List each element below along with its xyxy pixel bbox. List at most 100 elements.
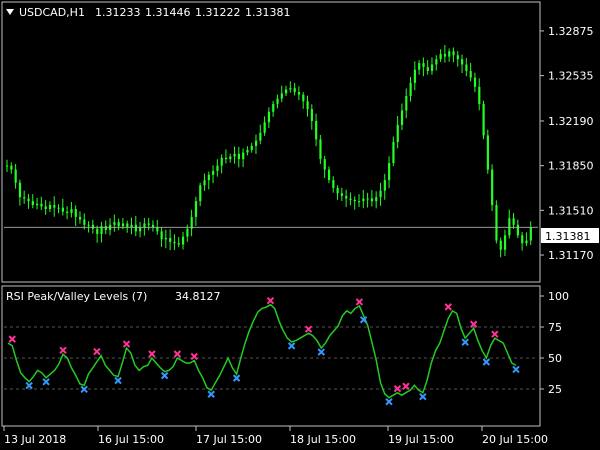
candle-body xyxy=(306,101,309,110)
candle-body xyxy=(14,169,17,183)
candle-body xyxy=(156,227,159,232)
candle-body xyxy=(345,195,348,199)
candle-body xyxy=(160,231,163,240)
candle-body xyxy=(473,77,477,87)
candle-body xyxy=(491,169,494,206)
time-axis: 13 Jul 2018 16 Jul 15:00 17 Jul 15:00 18 Ju… xyxy=(3,426,548,446)
rsi-tick-label: 25 xyxy=(548,383,562,396)
candle-body xyxy=(525,240,528,244)
candle-body xyxy=(216,165,219,171)
rsi-line xyxy=(7,303,517,399)
candle-body xyxy=(164,237,168,240)
candle-body xyxy=(443,53,447,57)
price-tick-label: 1.31850 xyxy=(548,160,594,173)
candle-body xyxy=(400,110,404,125)
candle-body xyxy=(448,51,451,57)
candle-body xyxy=(465,64,468,72)
candle-body xyxy=(379,190,382,198)
peak-marker xyxy=(59,346,67,354)
valley-marker xyxy=(385,397,393,406)
candle-body xyxy=(349,198,352,200)
price-tick-label: 1.31170 xyxy=(548,249,594,262)
candle-body xyxy=(405,96,408,111)
candle-body xyxy=(199,185,202,202)
indicator-value: 34.8127 xyxy=(175,290,221,303)
candle-body xyxy=(529,227,532,241)
peak-marker xyxy=(190,352,198,361)
candle-body xyxy=(237,153,241,160)
candle-body xyxy=(250,145,253,150)
candle-body xyxy=(186,228,189,237)
chart-window[interactable]: 1.32875 1.32535 1.32190 1.31850 1.31510 1.311… xyxy=(0,0,600,450)
price-tick-label: 1.32875 xyxy=(548,25,594,38)
candle-body xyxy=(336,188,339,194)
time-tick-label: 18 Jul 15:00 xyxy=(290,433,356,446)
candle-body xyxy=(370,198,374,202)
time-tick-label: 17 Jul 15:00 xyxy=(196,433,262,446)
candle-body xyxy=(113,222,116,225)
candle-body xyxy=(10,165,13,170)
chart-menu-triangle-icon[interactable] xyxy=(6,9,14,15)
candle-body xyxy=(478,86,481,104)
candle-body xyxy=(40,203,43,207)
candle-body xyxy=(413,69,417,83)
valley-marker xyxy=(114,376,122,385)
rsi-axis: 100 75 50 25 xyxy=(540,290,569,396)
symbol-label: USDCAD,H1 xyxy=(19,6,85,19)
valley-marker xyxy=(232,374,241,382)
ohlc-high: 1.31446 xyxy=(145,6,191,19)
candle-body xyxy=(104,226,107,231)
candle-body xyxy=(212,170,215,175)
peak-marker xyxy=(469,320,478,328)
candle-body xyxy=(96,228,99,234)
candle-body xyxy=(53,205,56,208)
rsi-tick-label: 50 xyxy=(548,352,562,365)
candle-body xyxy=(78,216,82,220)
candle-body xyxy=(27,198,30,202)
peak-marker xyxy=(173,350,182,358)
ohlc-close: 1.31381 xyxy=(245,6,291,19)
candle-body xyxy=(293,88,296,93)
candle-body xyxy=(229,156,232,160)
candle-body xyxy=(297,92,301,95)
candle-body xyxy=(143,223,146,228)
candle-body xyxy=(203,180,206,186)
candle-body xyxy=(358,201,361,203)
candle-body xyxy=(426,67,429,72)
candle-body xyxy=(134,224,137,232)
candle-body xyxy=(91,224,95,229)
valley-marker xyxy=(207,390,215,398)
ohlc-low: 1.31222 xyxy=(195,6,241,19)
valley-marker xyxy=(512,365,520,374)
candle-body xyxy=(512,218,515,225)
candle-body xyxy=(177,243,180,245)
candle-body xyxy=(422,63,425,68)
candle-body xyxy=(366,198,369,200)
candle-body xyxy=(508,218,511,236)
valley-marker xyxy=(25,381,33,390)
candle-body xyxy=(482,103,485,136)
candle-body xyxy=(254,140,258,146)
candle-body xyxy=(456,55,459,60)
candle-body xyxy=(182,236,185,245)
candle-body xyxy=(87,224,90,226)
price-panel-frame xyxy=(1,1,541,283)
valley-marker xyxy=(482,358,491,366)
peak-marker xyxy=(491,330,499,338)
candle-body xyxy=(173,241,176,244)
candle-body xyxy=(57,207,60,209)
price-tick-label: 1.31510 xyxy=(548,204,594,217)
peak-marker xyxy=(355,298,364,306)
valley-marker xyxy=(419,393,427,401)
candle-body xyxy=(383,180,386,191)
candle-body xyxy=(469,71,472,78)
candle-body xyxy=(418,63,421,70)
peak-marker xyxy=(148,350,156,358)
peak-marker xyxy=(122,340,131,348)
valley-marker xyxy=(317,348,325,356)
ohlc-open: 1.31233 xyxy=(95,6,141,19)
candle-body xyxy=(242,152,245,160)
candle-body xyxy=(521,235,524,244)
current-price-label: 1.31381 xyxy=(545,230,591,243)
peak-marker xyxy=(266,296,275,305)
